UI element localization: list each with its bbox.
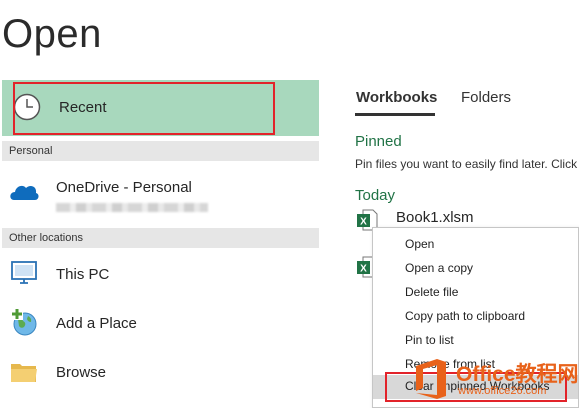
- page-title: Open: [2, 12, 102, 56]
- office-logo-icon: [416, 359, 446, 399]
- nav-item-this-pc-label: This PC: [56, 266, 110, 283]
- nav-item-onedrive-label: OneDrive - Personal: [56, 179, 192, 196]
- annotation-box-recent: [13, 82, 275, 135]
- pinned-heading: Pinned: [355, 133, 402, 150]
- today-heading: Today: [355, 187, 396, 204]
- watermark-title: Office教程网: [456, 363, 579, 386]
- locations-panel: Recent Personal OneDrive - Personal Othe…: [0, 80, 319, 408]
- recent-file-name[interactable]: Book1.xlsm: [396, 209, 474, 226]
- tab-folders[interactable]: Folders: [461, 89, 511, 106]
- pinned-hint-text: Pin files you want to easily find later.…: [355, 157, 578, 171]
- folder-icon: [11, 364, 37, 382]
- menu-item-pin-to-list[interactable]: Pin to list: [373, 329, 578, 353]
- onedrive-icon: [10, 185, 39, 200]
- menu-item-open-copy[interactable]: Open a copy: [373, 257, 578, 281]
- watermark: Office教程网 www.office26.com: [408, 355, 579, 408]
- nav-item-browse-label: Browse: [56, 364, 107, 381]
- tab-workbooks[interactable]: Workbooks: [356, 89, 437, 106]
- this-pc-icon: [11, 261, 37, 284]
- menu-item-copy-path[interactable]: Copy path to clipboard: [373, 305, 578, 329]
- nav-item-add-place[interactable]: Add a Place: [2, 302, 319, 342]
- tab-workbooks-underline: [355, 113, 435, 116]
- svg-text:X: X: [360, 264, 367, 275]
- svg-text:X: X: [360, 217, 367, 228]
- nav-item-add-place-label: Add a Place: [56, 315, 137, 332]
- add-place-icon: [11, 308, 37, 336]
- nav-item-browse[interactable]: Browse: [2, 351, 319, 391]
- menu-item-open[interactable]: Open: [373, 233, 578, 257]
- section-header-personal: Personal: [2, 141, 319, 161]
- section-header-other-locations: Other locations: [2, 228, 319, 248]
- watermark-url: www.office26.com: [458, 385, 547, 397]
- onedrive-account-redacted: [56, 203, 208, 212]
- nav-item-this-pc[interactable]: This PC: [2, 253, 319, 293]
- menu-item-delete-file[interactable]: Delete file: [373, 281, 578, 305]
- nav-item-recent[interactable]: Recent: [2, 80, 319, 136]
